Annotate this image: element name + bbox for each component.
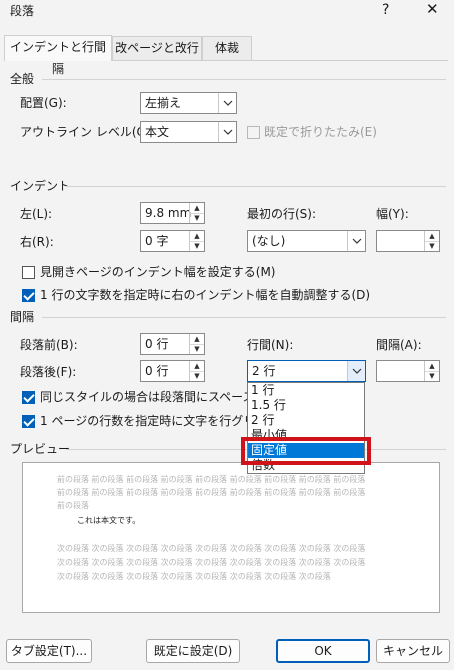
close-button[interactable]: ✕ (426, 2, 439, 17)
tab-asian-typography[interactable]: 体裁 (202, 36, 252, 60)
spin-down-icon: ▼ (190, 371, 204, 381)
spin-down-icon: ▼ (190, 241, 204, 251)
general-separator (42, 79, 446, 80)
spin-up-icon: ▲ (194, 361, 200, 370)
mirror-indents-checkbox[interactable] (22, 266, 35, 279)
spinner[interactable]: ▲ ▼ (189, 361, 204, 381)
snap-grid-label: 1 ページの行数を指定時に文字を行グリッド (40, 414, 280, 428)
spin-down-icon: ▼ (190, 213, 204, 223)
space-after-value: 0 行 (145, 364, 169, 378)
highlight-box (241, 437, 371, 465)
spinner[interactable]: ▲ ▼ (189, 203, 204, 223)
tab-line-page-breaks[interactable]: 改ページと改行 (112, 36, 202, 60)
preview-next-line: 次の段落 次の段落 次の段落 次の段落 次の段落 次の段落 次の段落 次の段落 … (57, 544, 366, 553)
right-indent-label: 右(R): (20, 235, 54, 249)
ok-button[interactable]: OK (276, 639, 370, 663)
alignment-select[interactable]: 左揃え (140, 92, 237, 114)
spin-down-icon: ▼ (425, 371, 439, 381)
at-input[interactable]: ▲ ▼ (376, 360, 440, 382)
at-label: 間隔(A): (376, 338, 422, 352)
mirror-indents-label: 見開きページのインデント幅を設定する(M) (40, 265, 276, 279)
preview-section-title: プレビュー (10, 442, 71, 456)
spin-up-icon: ▲ (194, 231, 200, 240)
chevron-down-icon (218, 122, 236, 142)
right-indent-value: 0 字 (145, 234, 169, 248)
spacing-section-title: 間隔 (10, 310, 35, 324)
left-indent-value: 9.8 mm (145, 206, 192, 220)
space-after-label: 段落後(F): (20, 365, 77, 379)
collapsed-label: 既定で折りたたみ(E) (264, 125, 377, 139)
line-spacing-select[interactable]: 2 行 (247, 360, 366, 382)
alignment-value: 左揃え (145, 96, 182, 110)
spinner[interactable]: ▲ ▼ (189, 231, 204, 251)
collapsed-checkbox[interactable] (247, 126, 260, 139)
auto-adjust-label: 1 行の文字数を指定時に右のインデント幅を自動調整する(D) (40, 288, 371, 302)
outline-level-select[interactable]: 本文 (140, 121, 237, 143)
alignment-label: 配置(G): (20, 96, 67, 110)
help-button[interactable]: ? (382, 3, 389, 17)
spin-up-icon: ▲ (429, 231, 435, 240)
spin-up-icon: ▲ (429, 361, 435, 370)
set-as-default-button[interactable]: 既定に設定(D) (146, 639, 240, 663)
space-before-input[interactable]: 0 行 ▲ ▼ (140, 333, 205, 355)
line-spacing-value: 2 行 (252, 364, 276, 378)
spin-up-icon: ▲ (194, 334, 200, 343)
spin-down-icon: ▼ (190, 344, 204, 354)
left-indent-input[interactable]: 9.8 mm ▲ ▼ (140, 202, 205, 224)
tab-indent-spacing[interactable]: インデントと行間隔 (4, 35, 112, 76)
indent-separator (66, 186, 446, 187)
preview-next-line: 次の段落 次の段落 次の段落 次の段落 次の段落 次の段落 次の段落 次の段落 (57, 572, 331, 581)
preview-next-line: 次の段落 次の段落 次の段落 次の段落 次の段落 次の段落 次の段落 次の段落 … (57, 558, 366, 567)
general-section-title: 全般 (10, 72, 35, 86)
chevron-down-icon (218, 93, 236, 113)
auto-adjust-checkbox[interactable] (22, 289, 35, 302)
preview-prev-line: 前の段落 (57, 501, 89, 510)
first-line-select[interactable]: (なし) (247, 230, 366, 252)
window-title: 段落 (10, 4, 35, 18)
spinner[interactable]: ▲ ▼ (424, 231, 439, 251)
space-after-input[interactable]: 0 行 ▲ ▼ (140, 360, 205, 382)
outline-level-value: 本文 (145, 125, 170, 139)
spin-down-icon: ▼ (425, 241, 439, 251)
snap-grid-checkbox[interactable] (22, 415, 35, 428)
spin-up-icon: ▲ (194, 203, 200, 212)
spacing-separator (42, 317, 446, 318)
chevron-down-icon (347, 231, 365, 251)
indent-section-title: インデント (10, 179, 71, 193)
chevron-down-icon (347, 361, 365, 381)
space-before-value: 0 行 (145, 337, 169, 351)
outline-level-label: アウトライン レベル(O): (20, 125, 155, 139)
width-input[interactable]: ▲ ▼ (376, 230, 440, 252)
first-line-value: (なし) (252, 234, 286, 248)
line-spacing-label: 行間(N): (247, 338, 294, 352)
right-indent-input[interactable]: 0 字 ▲ ▼ (140, 230, 205, 252)
spinner[interactable]: ▲ ▼ (189, 334, 204, 354)
left-indent-label: 左(L): (20, 207, 53, 221)
width-label: 幅(Y): (376, 207, 409, 221)
first-line-label: 最初の行(S): (247, 207, 317, 221)
preview-prev-line: 前の段落 前の段落 前の段落 前の段落 前の段落 前の段落 前の段落 前の段落 … (57, 475, 366, 484)
paragraph-preview: 前の段落 前の段落 前の段落 前の段落 前の段落 前の段落 前の段落 前の段落 … (22, 462, 440, 613)
preview-prev-line: 前の段落 前の段落 前の段落 前の段落 前の段落 前の段落 前の段落 前の段落 … (57, 488, 366, 497)
tabs-button[interactable]: タブ設定(T)... (6, 639, 92, 663)
option-single[interactable]: 1 行 (248, 383, 364, 398)
spinner[interactable]: ▲ ▼ (424, 361, 439, 381)
cancel-button[interactable]: キャンセル (376, 639, 450, 663)
same-style-checkbox[interactable] (22, 391, 35, 404)
space-before-label: 段落前(B): (20, 338, 78, 352)
preview-main-text: これは本文です。 (77, 516, 141, 525)
option-double[interactable]: 2 行 (248, 413, 364, 428)
option-1-5-lines[interactable]: 1.5 行 (248, 398, 364, 413)
